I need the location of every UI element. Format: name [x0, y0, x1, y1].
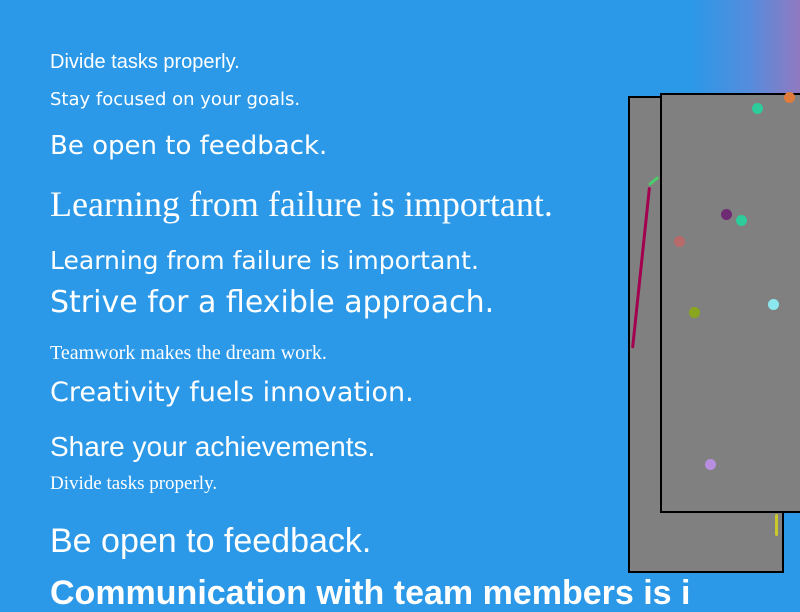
text-line-7: Teamwork makes the dream work. — [50, 342, 327, 364]
canvas-dot — [752, 103, 763, 114]
text-line-6: Strive for a flexible approach. — [50, 285, 495, 320]
text-line-1: Divide tasks properly. — [50, 51, 240, 73]
canvas-dot — [674, 236, 685, 247]
text-line-10: Divide tasks properly. — [50, 473, 218, 494]
canvas-dot — [689, 307, 700, 318]
canvas-stroke — [775, 514, 778, 536]
text-line-8: Creativity fuels innovation. — [50, 377, 414, 408]
canvas-dot — [784, 92, 795, 103]
text-line-11: Be open to feedback. — [50, 522, 372, 560]
text-line-9: Share your achievements. — [50, 431, 376, 462]
text-line-4: Learning from failure is important. — [50, 184, 553, 224]
text-line-5: Learning from failure is important. — [50, 246, 479, 275]
canvas-dot — [705, 459, 716, 470]
canvas-dot — [736, 215, 747, 226]
text-line-12: Communication with team members is i — [50, 574, 691, 612]
text-line-2: Stay focused on your goals. — [50, 89, 301, 110]
text-line-3: Be open to feedback. — [50, 131, 328, 161]
canvas-panel-front[interactable] — [660, 93, 800, 513]
canvas-dot — [721, 209, 732, 220]
canvas-dot — [768, 299, 779, 310]
